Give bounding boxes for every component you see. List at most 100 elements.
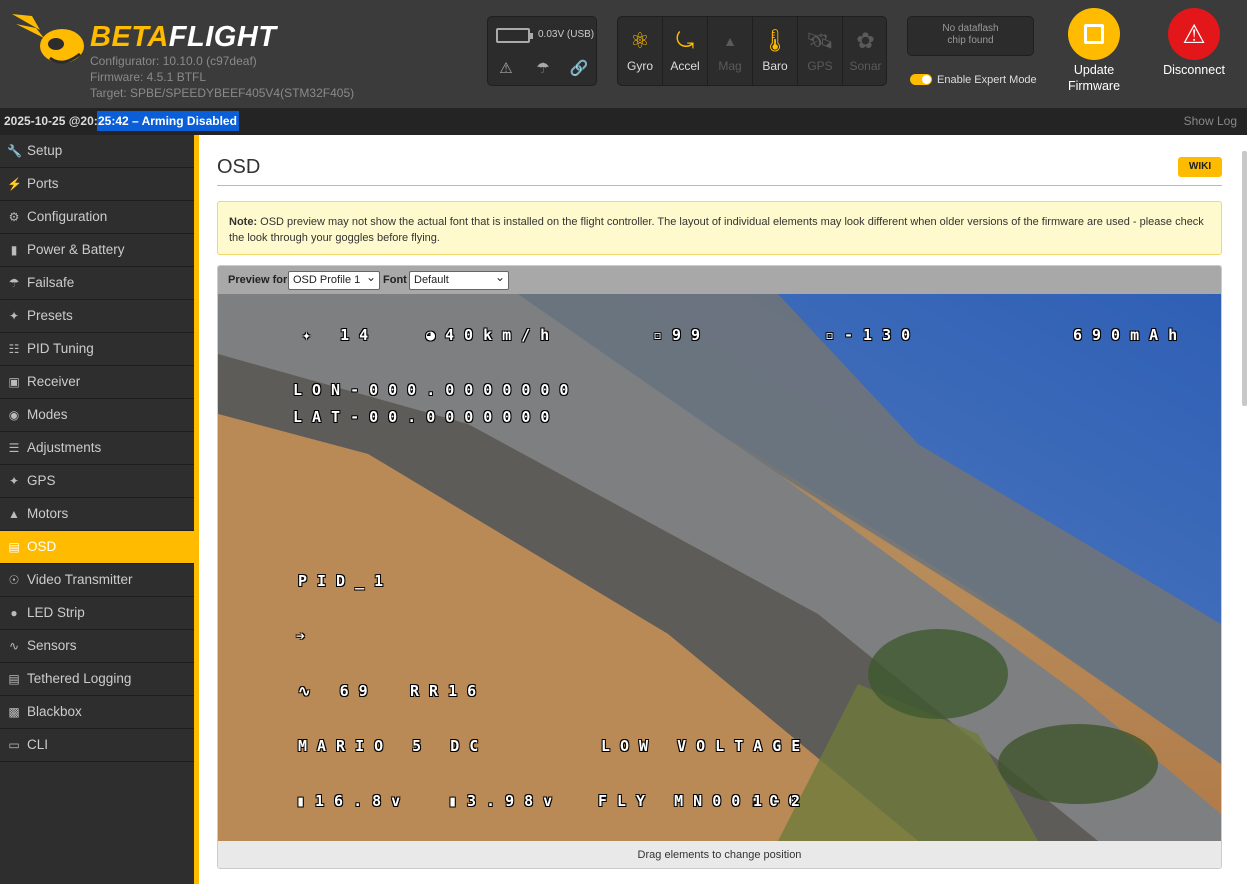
sidebar-item-label: Setup [27, 143, 63, 158]
font-label: Font [383, 274, 407, 286]
sidebar-item-setup[interactable]: 🔧 Setup [0, 135, 194, 168]
sidebar-item-power-battery[interactable]: ▮ Power & Battery [0, 234, 194, 267]
content-scrollbar[interactable] [1242, 151, 1247, 406]
sidebar-item-presets[interactable]: ✦ Presets [0, 300, 194, 333]
firmware-version: Firmware: 4.5.1 BTFL [90, 70, 207, 84]
sidebar-item-adjustments[interactable]: ☰ Adjustments [0, 432, 194, 465]
sensor-status-panel: ⚛ Gyro ⤿ Accel ▲ Mag 🌡 Baro 🛰 GPS ✿ Sonar [617, 16, 887, 86]
plug-icon: ⚡ [7, 177, 22, 191]
expert-mode-toggle[interactable] [910, 74, 932, 85]
sonar-icon: ✿ [856, 28, 875, 53]
failsafe-parachute-icon: ☂ [536, 60, 550, 77]
osd-rssi-dbm[interactable]: ▫-130 [825, 326, 920, 344]
osd-throttle-value: 69 [339, 682, 378, 700]
show-log-link[interactable]: Show Log [1184, 114, 1237, 128]
sidebar-item-label: Configuration [27, 209, 108, 224]
sidebar-item-label: Failsafe [27, 275, 75, 290]
osd-speed-value: 40 [445, 326, 484, 344]
osd-lat-label: LAT [293, 408, 351, 426]
broadcast-icon: ☉ [8, 573, 20, 587]
osd-rate-label: RR [410, 682, 449, 700]
osd-link-quality[interactable]: ▫99 [653, 326, 710, 344]
sidebar-item-blackbox[interactable]: ▩ Blackbox [0, 696, 194, 729]
battery-icon [496, 28, 533, 43]
osd-preview-canvas[interactable]: ✦ 14 ◕40km/h ▫99 ▫-130 690mAh LON-000.00… [218, 294, 1221, 841]
sidebar-item-pid-tuning[interactable]: ☷ PID Tuning [0, 333, 194, 366]
osd-profile-select[interactable]: OSD Profile 1 [288, 270, 380, 290]
osd-pilot-counter[interactable]: 1-2 [753, 792, 810, 810]
sidebar-item-ports[interactable]: ⚡ Ports [0, 168, 194, 201]
sidebar-item-label: Ports [27, 176, 59, 191]
target-board: Target: SPBE/SPEEDYBEEF405V4(STM32F405) [90, 86, 355, 100]
osd-cell-voltage[interactable]: ▮3.98v [448, 792, 562, 810]
osd-pid-profile[interactable]: PID_1 [298, 572, 393, 590]
sidebar-nav: 🔧 Setup ⚡ Ports ⚙ Configuration ▮ Power & Ba… [0, 135, 194, 884]
betaflight-logo-icon [12, 14, 84, 64]
osd-throttle[interactable]: ∿ 69 [298, 682, 378, 700]
sidebar-item-gps[interactable]: ✦ GPS [0, 465, 194, 498]
osd-home-arrow-icon[interactable]: ➔ [296, 627, 315, 645]
pulse-icon: ∿ [8, 639, 20, 653]
osd-gps-sats[interactable]: ✦ 14 [302, 326, 378, 344]
sidebar-item-failsafe[interactable]: ☂ Failsafe [0, 267, 194, 300]
osd-lon-label: LON [293, 381, 351, 399]
osd-speed-unit: km/h [483, 326, 560, 344]
sidebar-item-motors[interactable]: ▲ Motors [0, 498, 194, 531]
sidebar-item-label: PID Tuning [27, 341, 94, 356]
wiki-button[interactable]: WIKI [1178, 157, 1222, 177]
font-select[interactable]: Default [409, 270, 509, 290]
osd-mah-drawn[interactable]: 690mAh [1073, 326, 1187, 344]
baro-icon: 🌡 [761, 28, 789, 53]
update-firmware-button[interactable]: Update Firmware [1061, 8, 1127, 94]
osd-warnings[interactable]: LOW VOLTAGE [601, 737, 810, 755]
usb-disconnect-icon: ⚠ [1168, 8, 1220, 60]
sidebar-item-led-strip[interactable]: ● LED Strip [0, 597, 194, 630]
logo-flight: FLIGHT [168, 21, 277, 53]
osd-lon-value: -000.0000000 [350, 381, 579, 399]
sensor-accel: ⤿ Accel [663, 17, 708, 85]
sidebar-item-label: CLI [27, 737, 49, 752]
sensor-baro: 🌡 Baro [753, 17, 798, 85]
configurator-version: Configurator: 10.10.0 (c97deaf) [90, 54, 257, 68]
sidebar-item-cli[interactable]: ▭ CLI [0, 729, 194, 762]
motor-icon: ▲ [8, 507, 20, 521]
wrench-icon: 🔧 [7, 144, 22, 158]
expert-mode-label: Enable Expert Mode [937, 74, 1037, 86]
osd-mah-value: 690 [1073, 326, 1131, 344]
sidebar-item-label: Modes [27, 407, 68, 422]
parachute-icon: ☂ [8, 276, 20, 290]
disconnect-button[interactable]: ⚠ Disconnect [1160, 8, 1228, 78]
gear-icon: ⚙ [8, 210, 20, 224]
gps-icon: 🛰 [806, 28, 834, 53]
sidebar-item-video-transmitter[interactable]: ☉ Video Transmitter [0, 564, 194, 597]
osd-craft-name[interactable]: MARIO 5 DC [298, 737, 488, 755]
sidebar-item-label: Presets [27, 308, 73, 323]
osd-speed[interactable]: ◕40km/h [426, 326, 559, 344]
osd-latitude[interactable]: LAT-00.0000000 [293, 408, 559, 426]
sidebar-item-label: Tethered Logging [27, 671, 132, 686]
osd-mah-unit: mAh [1130, 326, 1188, 344]
sidebar-item-tethered-logging[interactable]: ▤ Tethered Logging [0, 663, 194, 696]
log-icon: ▤ [8, 672, 20, 686]
sidebar-item-label: GPS [27, 473, 56, 488]
warning-icon: ⚠ [499, 60, 513, 77]
sensor-gps: 🛰 GPS [798, 17, 843, 85]
sidebar-item-configuration[interactable]: ⚙ Configuration [0, 201, 194, 234]
logo-beta: BETA [90, 21, 169, 53]
osd-rate-profile[interactable]: RR16 [410, 682, 486, 700]
sidebar-item-receiver[interactable]: ▣ Receiver [0, 366, 194, 399]
osd-main-voltage[interactable]: ▮16.8v [296, 792, 410, 810]
sidebar-item-modes[interactable]: ◉ Modes [0, 399, 194, 432]
sidebar-item-sensors[interactable]: ∿ Sensors [0, 630, 194, 663]
battery-icon: ▮ [10, 243, 18, 257]
sensor-label: GPS [807, 59, 833, 73]
mag-icon: ▲ [723, 33, 737, 49]
osd-lat-value: -00.0000000 [350, 408, 560, 426]
note-banner: Note: OSD preview may not show the actua… [217, 201, 1222, 255]
osd-longitude[interactable]: LON-000.0000000 [293, 381, 578, 399]
osd-preview-panel: Preview for OSD Profile 1 Font Default [217, 265, 1222, 869]
sensor-label: Sonar [849, 59, 882, 73]
accel-icon: ⤿ [675, 28, 695, 53]
sidebar-item-label: LED Strip [27, 605, 85, 620]
sidebar-item-osd[interactable]: ▤ OSD [0, 531, 194, 564]
